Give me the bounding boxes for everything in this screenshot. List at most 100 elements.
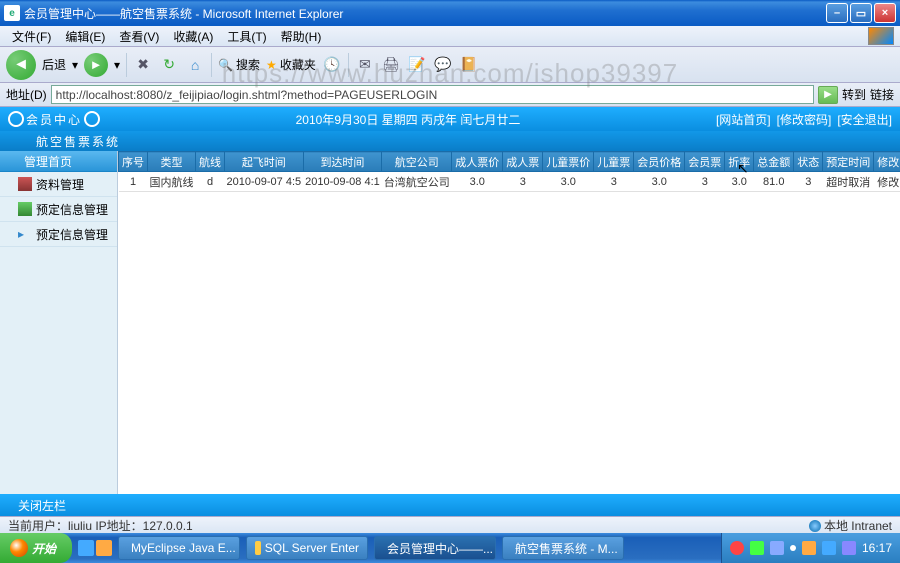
tray-icon[interactable] xyxy=(730,541,744,555)
search-button[interactable]: 🔍搜索 xyxy=(218,56,260,73)
link-home[interactable]: [网站首页] xyxy=(716,111,771,128)
tray-icon[interactable] xyxy=(750,541,764,555)
address-label: 地址(D) xyxy=(6,86,47,103)
discuss-icon[interactable]: 💬 xyxy=(433,55,453,75)
sidebar-item-profile[interactable]: 资料管理 xyxy=(0,172,117,197)
table-header: 状态 xyxy=(794,152,823,172)
table-cell: 81.0 xyxy=(754,172,794,192)
book-icon xyxy=(18,177,32,191)
taskbar: 开始 MyEclipse Java E... SQL Server Enter … xyxy=(0,533,900,563)
close-button[interactable]: × xyxy=(874,3,896,23)
table-header: 序号 xyxy=(119,152,148,172)
edit-icon[interactable]: 📝 xyxy=(407,55,427,75)
window-titlebar: e 会员管理中心——航空售票系统 - Microsoft Internet Ex… xyxy=(0,0,900,26)
minimize-button[interactable]: – xyxy=(826,3,848,23)
menu-edit[interactable]: 编辑(E) xyxy=(59,26,111,47)
table-cell: 台湾航空公司 xyxy=(382,172,452,192)
forward-button[interactable]: ► xyxy=(84,53,108,77)
table-cell: 3 xyxy=(685,172,725,192)
clock[interactable]: 16:17 xyxy=(862,541,892,555)
menu-favorites[interactable]: 收藏(A) xyxy=(167,26,219,47)
tray-icon[interactable] xyxy=(790,545,796,551)
menu-help[interactable]: 帮助(H) xyxy=(275,26,328,47)
bottom-strip: 关闭左栏 xyxy=(0,494,900,516)
start-button[interactable]: 开始 xyxy=(0,533,72,563)
home-icon[interactable]: ⌂ xyxy=(185,55,205,75)
windows-icon xyxy=(10,539,28,557)
table-header: 起飞时间 xyxy=(225,152,304,172)
table-header: 成人票价 xyxy=(452,152,503,172)
table-cell: 3 xyxy=(794,172,823,192)
sidebar-item-label: 预定信息管理 xyxy=(36,201,108,218)
table-cell: 3 xyxy=(503,172,543,192)
table-header: 儿童票价 xyxy=(543,152,594,172)
go-button[interactable]: ▶ xyxy=(818,86,838,104)
history-icon[interactable]: 🕓 xyxy=(322,55,342,75)
stop-icon[interactable]: ✖ xyxy=(133,55,153,75)
table-header: 成人票 xyxy=(503,152,543,172)
collapse-sidebar[interactable]: 关闭左栏 xyxy=(18,497,66,514)
arrow-icon: ▸ xyxy=(18,227,32,241)
go-label: 转到 xyxy=(842,86,866,103)
table-cell: 3 xyxy=(594,172,634,192)
network-icon[interactable] xyxy=(822,541,836,555)
star-icon: ★ xyxy=(266,58,277,72)
menu-view[interactable]: 查看(V) xyxy=(113,26,165,47)
back-dropdown-icon[interactable]: ▾ xyxy=(72,58,78,72)
table-cell: 国内航线 xyxy=(148,172,196,192)
note-icon xyxy=(18,202,32,216)
url-input[interactable]: http://localhost:8080/z_feijipiao/login.… xyxy=(51,85,814,104)
table-cell: 3.0 xyxy=(452,172,503,192)
app-icon xyxy=(255,541,261,555)
app-logo: 会员中心 xyxy=(8,111,100,128)
quicklaunch-icon[interactable] xyxy=(96,540,112,556)
link-change-password[interactable]: [修改密码] xyxy=(777,111,832,128)
tray-icon[interactable] xyxy=(802,541,816,555)
tray-icon[interactable] xyxy=(842,541,856,555)
search-icon: 🔍 xyxy=(218,58,233,72)
research-icon[interactable]: 📔 xyxy=(459,55,479,75)
sidebar-header[interactable]: 管理首页 xyxy=(0,151,117,172)
taskbar-app-myeclipse[interactable]: MyEclipse Java E... xyxy=(118,536,240,560)
favorites-button[interactable]: ★收藏夹 xyxy=(266,56,316,73)
maximize-button[interactable]: ▭ xyxy=(850,3,872,23)
table-header: 到达时间 xyxy=(303,152,382,172)
taskbar-app-sqlserver[interactable]: SQL Server Enter xyxy=(246,536,368,560)
ie-menubar: 文件(F) 编辑(E) 查看(V) 收藏(A) 工具(T) 帮助(H) xyxy=(0,26,900,47)
sidebar-item-label: 预定信息管理 xyxy=(36,226,108,243)
taskbar-app-member[interactable]: 会员管理中心——... xyxy=(374,536,496,560)
taskbar-app-flight[interactable]: 航空售票系统 - M... xyxy=(502,536,624,560)
main-area: 管理首页 资料管理 预定信息管理 ▸ 预定信息管理 序号类型航线起飞时间到达时间… xyxy=(0,151,900,494)
quicklaunch-icon[interactable] xyxy=(78,540,94,556)
ie-toolbar: ◄ 后退 ▾ ► ▾ ✖ ↻ ⌂ 🔍搜索 ★收藏夹 🕓 ✉ 🖨 📝 💬 📔 xyxy=(0,47,900,83)
sidebar: 管理首页 资料管理 预定信息管理 ▸ 预定信息管理 xyxy=(0,151,118,494)
table-cell: 2010-09-08 4:1 xyxy=(303,172,382,192)
sidebar-item-booking[interactable]: 预定信息管理 xyxy=(0,197,117,222)
edit-cell[interactable]: 修改 xyxy=(874,172,900,192)
back-button[interactable]: ◄ xyxy=(6,50,36,80)
content-area: 序号类型航线起飞时间到达时间航空公司成人票价成人票儿童票价儿童票会员价格会员票折… xyxy=(118,151,900,494)
booking-table: 序号类型航线起飞时间到达时间航空公司成人票价成人票儿童票价儿童票会员价格会员票折… xyxy=(118,151,900,192)
refresh-icon[interactable]: ↻ xyxy=(159,55,179,75)
ie-throbber xyxy=(868,27,894,45)
menu-file[interactable]: 文件(F) xyxy=(6,26,57,47)
table-header: 航线 xyxy=(196,152,225,172)
volume-icon[interactable] xyxy=(770,541,784,555)
link-logout[interactable]: [安全退出] xyxy=(837,111,892,128)
address-bar: 地址(D) http://localhost:8080/z_feijipiao/… xyxy=(0,83,900,107)
table-cell: 3.0 xyxy=(634,172,685,192)
forward-dropdown-icon[interactable]: ▾ xyxy=(114,58,120,72)
status-right: 本地 Intranet xyxy=(809,517,892,534)
system-tray: 16:17 xyxy=(721,533,900,563)
app-subheader: 航空售票系统 xyxy=(0,131,900,151)
sidebar-item-booking2[interactable]: ▸ 预定信息管理 xyxy=(0,222,117,247)
print-icon[interactable]: 🖨 xyxy=(381,55,401,75)
menu-tools[interactable]: 工具(T) xyxy=(221,26,272,47)
table-header: 会员票 xyxy=(685,152,725,172)
links-label[interactable]: 链接 xyxy=(870,86,894,103)
table-cell: 1 xyxy=(119,172,148,192)
table-header: 修改 xyxy=(874,152,900,172)
table-header: 航空公司 xyxy=(382,152,452,172)
ie-statusbar: 当前用户：liuliu IP地址：127.0.0.1 本地 Intranet xyxy=(0,516,900,533)
mail-icon[interactable]: ✉ xyxy=(355,55,375,75)
